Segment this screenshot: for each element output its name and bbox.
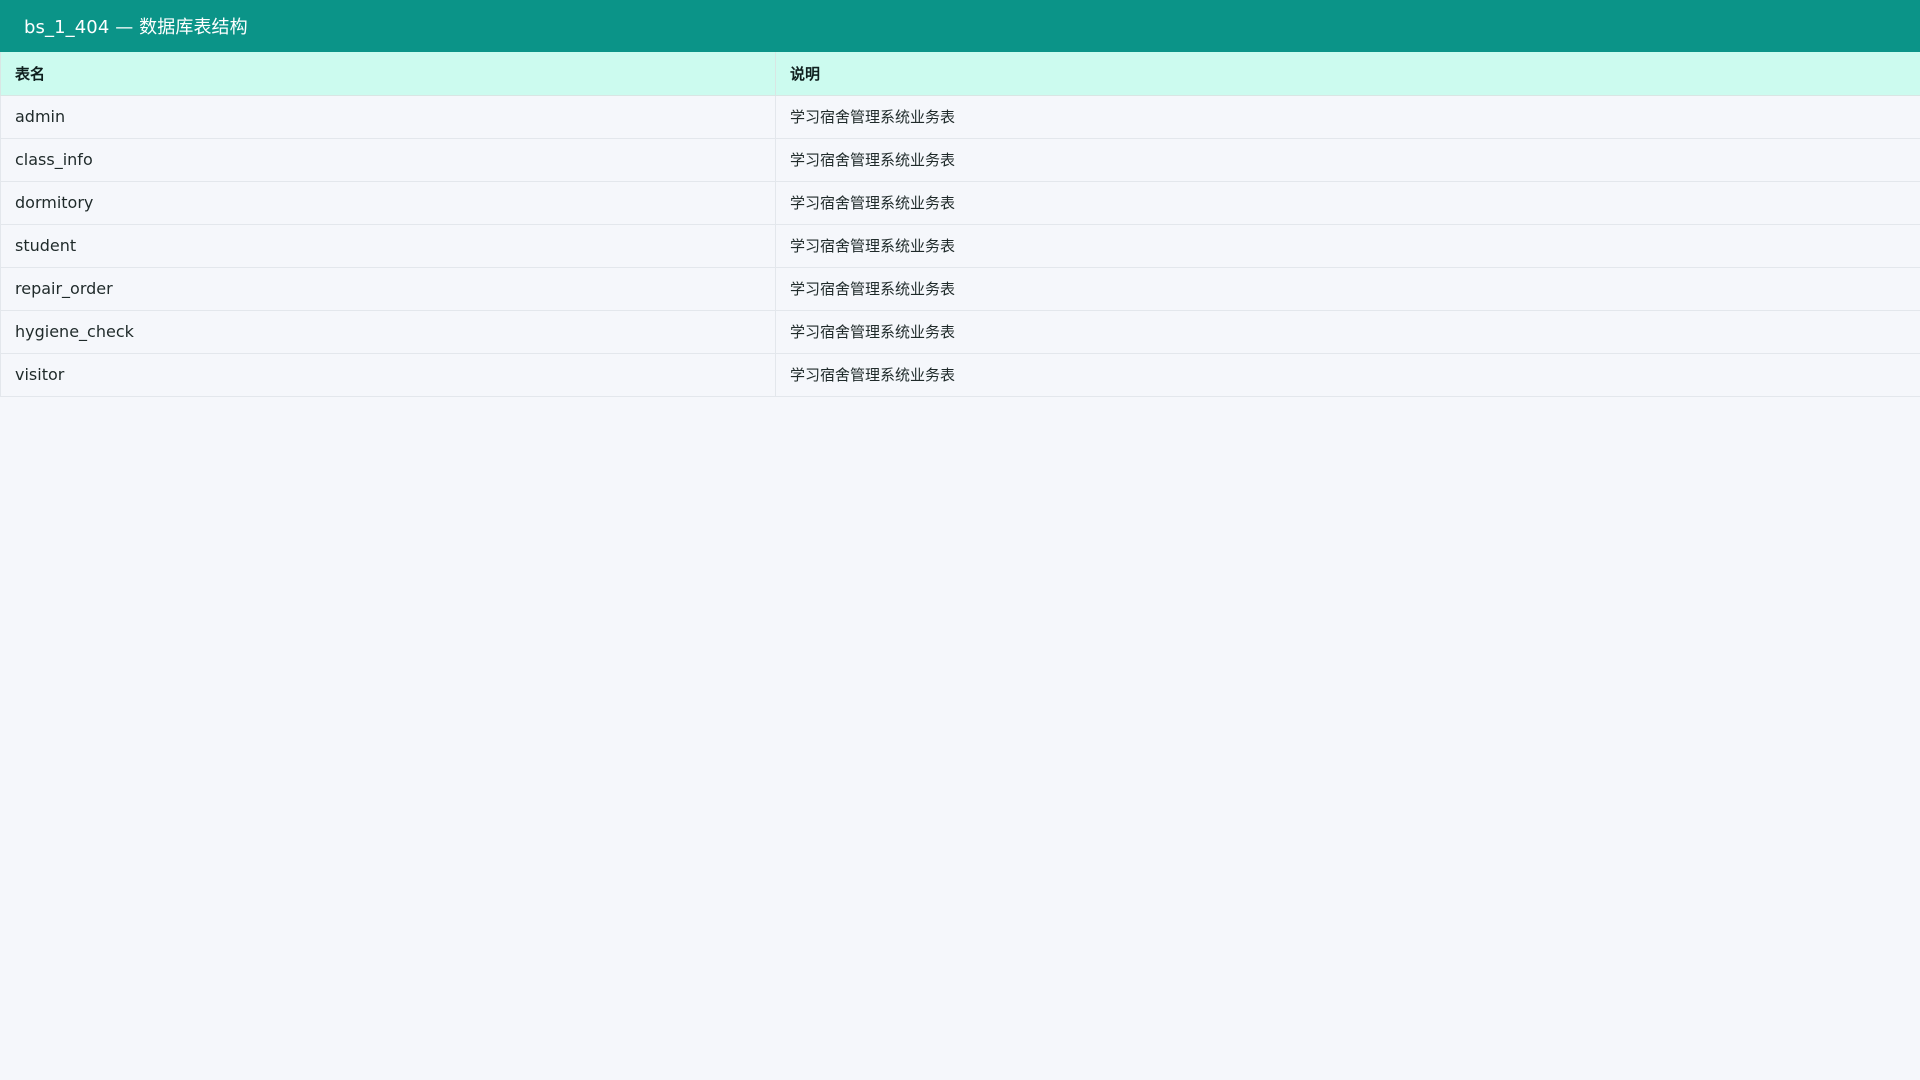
table-desc-cell: 学习宿舍管理系统业务表 <box>775 181 1920 225</box>
table-container: 表名 说明 admin 学习宿舍管理系统业务表 class_info 学习宿舍管… <box>0 52 1920 397</box>
table-row[interactable]: admin 学习宿舍管理系统业务表 <box>0 95 1920 139</box>
table-desc-cell: 学习宿舍管理系统业务表 <box>775 353 1920 397</box>
table-desc-cell: 学习宿舍管理系统业务表 <box>775 224 1920 268</box>
table-desc-cell: 学习宿舍管理系统业务表 <box>775 95 1920 139</box>
page-title: bs_1_404 — 数据库表结构 <box>24 17 248 38</box>
table-name-cell: admin <box>0 95 776 139</box>
table-desc-cell: 学习宿舍管理系统业务表 <box>775 310 1920 354</box>
table-name-cell: hygiene_check <box>0 310 776 354</box>
table-desc-cell: 学习宿舍管理系统业务表 <box>775 138 1920 182</box>
column-header-description: 说明 <box>775 52 1920 96</box>
table-row[interactable]: student 学习宿舍管理系统业务表 <box>0 224 1920 268</box>
table-header-row: 表名 说明 <box>0 52 1920 96</box>
table-row[interactable]: hygiene_check 学习宿舍管理系统业务表 <box>0 310 1920 354</box>
table-name-cell: repair_order <box>0 267 776 311</box>
app-window: bs_1_404 — 数据库表结构 表名 说明 admin 学习宿舍管理系统业务… <box>0 0 1920 1080</box>
table-desc-cell: 学习宿舍管理系统业务表 <box>775 267 1920 311</box>
table-name-cell: visitor <box>0 353 776 397</box>
table-name-cell: student <box>0 224 776 268</box>
column-header-table-name: 表名 <box>0 52 776 96</box>
schema-table: 表名 说明 admin 学习宿舍管理系统业务表 class_info 学习宿舍管… <box>0 52 1920 397</box>
table-row[interactable]: visitor 学习宿舍管理系统业务表 <box>0 353 1920 397</box>
table-row[interactable]: dormitory 学习宿舍管理系统业务表 <box>0 181 1920 225</box>
table-row[interactable]: class_info 学习宿舍管理系统业务表 <box>0 138 1920 182</box>
table-name-cell: class_info <box>0 138 776 182</box>
table-row[interactable]: repair_order 学习宿舍管理系统业务表 <box>0 267 1920 311</box>
table-name-cell: dormitory <box>0 181 776 225</box>
header-bar: bs_1_404 — 数据库表结构 <box>0 0 1920 52</box>
